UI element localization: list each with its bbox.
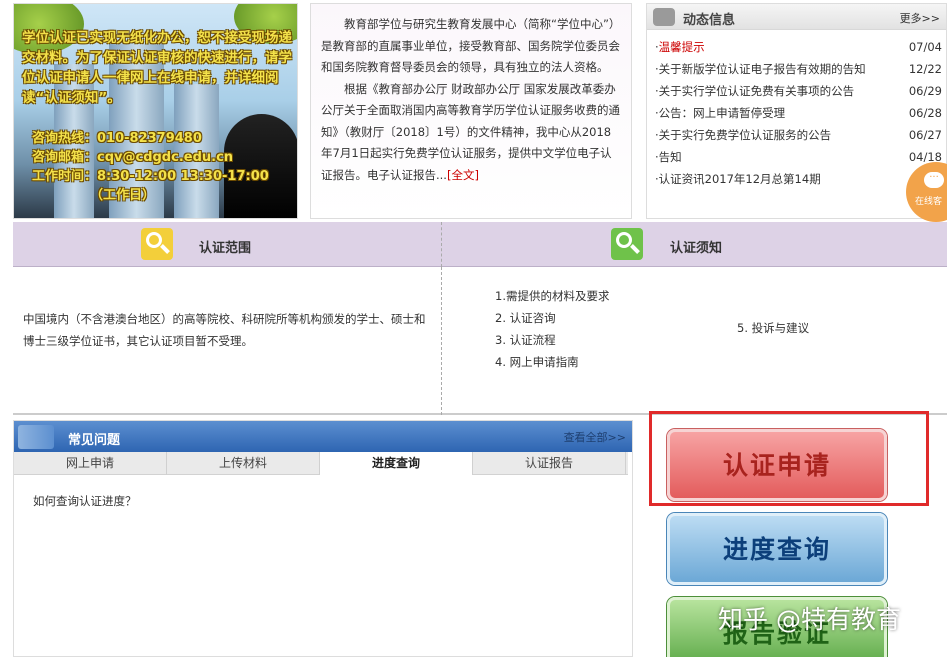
magnifier-green-icon: [611, 228, 643, 260]
news-item-title[interactable]: 温馨提示: [659, 40, 705, 54]
intro-paragraph-1: 教育部学位与研究生教育发展中心（简称“学位中心”）是教育部的直属事业单位，接受教…: [321, 17, 621, 74]
notice-step-link[interactable]: 1.需提供的材料及要求: [495, 285, 609, 307]
notice-steps: 1.需提供的材料及要求 2. 认证咨询 3. 认证流程 4. 网上申请指南: [495, 285, 609, 373]
news-item-title[interactable]: 关于实行免费学位认证服务的公告: [659, 128, 832, 142]
notice-step-link[interactable]: 2. 认证咨询: [495, 307, 609, 329]
scope-notice-header: 认证范围 认证须知: [13, 222, 947, 267]
news-item[interactable]: ·告知 04/18: [655, 146, 942, 168]
scope-text: 中国境内（不含港澳台地区）的高等院校、科研院所等机构颁发的学士、硕士和博士三级学…: [23, 312, 426, 348]
tab-certification-report[interactable]: 认证报告: [473, 452, 626, 475]
news-item-title[interactable]: 关于新版学位认证电子报告有效期的告知: [659, 62, 866, 76]
magnifier-icon: [141, 228, 173, 260]
intro-paragraph-2: 根据《教育部办公厅 财政部办公厅 国家发展改革委办公厅关于全面取消国内高等教育学…: [321, 79, 621, 187]
faq-tabs: 网上申请 上传材料 进度查询 认证报告: [14, 452, 628, 475]
banner-contact: 咨询热线：010-82379480 咨询邮箱：cqv@cdgdc.edu.cn …: [32, 129, 297, 205]
news-item-date: 06/28: [908, 106, 942, 120]
news-item[interactable]: ·温馨提示 07/04: [655, 36, 942, 58]
online-service-label: 在线客: [915, 197, 943, 207]
news-item-date: 12/22: [908, 62, 942, 76]
news-item-title[interactable]: 公告：网上申请暂停受理: [659, 106, 786, 120]
banner-email: 咨询邮箱：cqv@cdgdc.edu.cn: [32, 150, 234, 165]
banner-hours: 工作时间：8:30-12:00 13:30-17:00: [32, 169, 269, 184]
news-item[interactable]: ·关于实行学位认证免费有关事项的公告 06/29: [655, 80, 942, 102]
faq-title: 常见问题: [68, 433, 121, 448]
news-item-title[interactable]: 告知: [659, 150, 682, 164]
body-divider: [441, 267, 442, 415]
highlight-box: [649, 411, 929, 506]
news-item-title[interactable]: 认证资讯2017年12月总第14期: [659, 172, 821, 186]
banner-notice-text: 学位认证已实现无纸化办公，恕不接受现场递交材料。为了保证认证审核的快速进行，请学…: [22, 30, 292, 106]
hero-banner[interactable]: 学位认证已实现无纸化办公，恕不接受现场递交材料。为了保证认证审核的快速进行，请学…: [13, 3, 298, 219]
faq-panel: 常见问题 查看全部>> 网上申请 上传材料 进度查询 认证报告 如何查询认证进度…: [13, 420, 633, 657]
tab-upload-materials[interactable]: 上传材料: [167, 452, 320, 475]
complaint-link[interactable]: 5. 投诉与建议: [737, 320, 809, 336]
banner-workday: （工作日）: [90, 188, 156, 203]
news-header: 动态信息 更多>>: [647, 4, 946, 30]
intro-paragraph-2-text: 根据《教育部办公厅 财政部办公厅 国家发展改革委办公厅关于全面取消国内高等教育学…: [321, 81, 620, 182]
faq-header: 常见问题 查看全部>>: [14, 421, 632, 452]
notice-step-link[interactable]: 3. 认证流程: [495, 329, 609, 351]
notice-step-link[interactable]: 4. 网上申请指南: [495, 351, 609, 373]
book-icon: [18, 425, 54, 449]
news-item[interactable]: ·公告：网上申请暂停受理 06/28: [655, 102, 942, 124]
news-item[interactable]: ·关于实行免费学位认证服务的公告 06/27: [655, 124, 942, 146]
faq-question-link[interactable]: 如何查询认证进度？: [33, 493, 137, 509]
progress-query-button[interactable]: 进度查询: [667, 513, 887, 585]
news-more-link[interactable]: 更多>>: [900, 10, 940, 26]
banner-hotline: 咨询热线：010-82379480: [32, 131, 202, 146]
chat-bubble-icon: ···: [924, 172, 944, 188]
scope-notice-body: 中国境内（不含港澳台地区）的高等院校、科研院所等机构颁发的学士、硕士和博士三级学…: [13, 267, 947, 415]
news-item[interactable]: ·关于新版学位认证电子报告有效期的告知 12/22: [655, 58, 942, 80]
faq-view-all-link[interactable]: 查看全部>>: [564, 429, 626, 445]
news-item-date: 06/27: [908, 128, 942, 142]
zhihu-watermark: 知乎 @特有教育: [718, 605, 901, 634]
news-title: 动态信息: [683, 13, 736, 28]
tab-progress-query[interactable]: 进度查询: [320, 452, 473, 475]
news-item-date: 06/29: [908, 84, 942, 98]
full-text-link[interactable]: [全文]: [447, 168, 479, 182]
news-item-date: 07/04: [908, 40, 942, 54]
news-item[interactable]: ·认证资讯2017年12月总第14期: [655, 168, 942, 190]
news-panel: 动态信息 更多>> ·温馨提示 07/04 ·关于新版学位认证电子报告有效期的告知…: [646, 3, 947, 219]
notice-title: 认证须知: [670, 241, 723, 256]
news-list: ·温馨提示 07/04 ·关于新版学位认证电子报告有效期的告知 12/22 ·关于实…: [647, 30, 946, 190]
tab-online-apply[interactable]: 网上申请: [14, 452, 167, 475]
center-intro: 教育部学位与研究生教育发展中心（简称“学位中心”）是教育部的直属事业单位，接受教…: [310, 3, 632, 219]
scope-title: 认证范围: [199, 241, 252, 256]
news-item-title[interactable]: 关于实行学位认证免费有关事项的公告: [659, 84, 855, 98]
news-icon: [653, 8, 675, 26]
header-divider: [441, 222, 442, 267]
